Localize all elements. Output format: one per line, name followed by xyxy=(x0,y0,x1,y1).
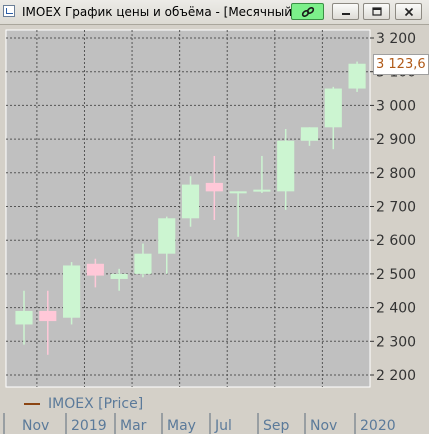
candle-body[interactable] xyxy=(158,218,176,254)
candle-body[interactable] xyxy=(253,189,271,192)
minimize-icon xyxy=(341,12,350,15)
chart-app-icon xyxy=(3,5,15,17)
candle-body[interactable] xyxy=(181,184,200,219)
x-tick-label: 2019 xyxy=(71,418,107,434)
y-tick-label: 2 500 xyxy=(376,267,416,283)
candle-body[interactable] xyxy=(39,310,57,322)
x-tick-label: May xyxy=(167,418,196,434)
title-bar: IMOEX График цены и объёма - [Месячный] xyxy=(0,0,429,25)
x-tick-label: Sep xyxy=(263,418,290,434)
y-tick-label: 2 600 xyxy=(376,233,416,249)
y-tick-label: 3 000 xyxy=(376,98,416,114)
x-tick-label: Nov xyxy=(310,418,337,434)
y-tick-label: 3 200 xyxy=(376,31,416,47)
candle-body[interactable] xyxy=(63,265,81,318)
candle-body[interactable] xyxy=(110,273,128,279)
close-icon xyxy=(404,7,413,16)
minimize-button[interactable] xyxy=(332,3,359,20)
x-tick-label: Jul xyxy=(214,418,232,434)
maximize-button[interactable] xyxy=(363,3,390,20)
close-button[interactable] xyxy=(395,3,422,20)
y-tick-label: 2 700 xyxy=(376,200,416,216)
candle-body[interactable] xyxy=(348,63,366,89)
link-icon xyxy=(301,6,314,17)
candle-body[interactable] xyxy=(229,191,247,194)
y-tick-label: 2 400 xyxy=(376,301,416,317)
x-tick-label: 2020 xyxy=(360,418,396,434)
x-tick-label: Mar xyxy=(120,418,147,434)
legend-line xyxy=(24,403,40,405)
candle-body[interactable] xyxy=(15,310,33,325)
candle-body[interactable] xyxy=(300,127,319,141)
candle-body[interactable] xyxy=(324,88,342,128)
last-price-label: 3 123,6 xyxy=(373,54,429,75)
window-title: IMOEX График цены и объёма - [Месячный] xyxy=(22,5,297,19)
y-tick-label: 2 300 xyxy=(376,334,416,350)
x-tick-label: Nov xyxy=(22,418,49,434)
y-tick-label: 2 200 xyxy=(376,368,416,384)
legend-label: IMOEX [Price] xyxy=(48,396,144,412)
candle-body[interactable] xyxy=(205,182,223,192)
candle-body[interactable] xyxy=(277,140,295,192)
chart-legend: IMOEX [Price] xyxy=(24,396,143,412)
y-tick-label: 2 800 xyxy=(376,166,416,182)
maximize-icon xyxy=(371,6,382,16)
candle-body[interactable] xyxy=(86,263,104,276)
y-tick-label: 2 900 xyxy=(376,132,416,148)
link-button[interactable] xyxy=(291,3,324,20)
price-chart[interactable]: 2 200 2 300 2 400 2 500 2 600 2 700 2 800 2 900… xyxy=(0,24,429,434)
candle-body[interactable] xyxy=(134,253,152,274)
